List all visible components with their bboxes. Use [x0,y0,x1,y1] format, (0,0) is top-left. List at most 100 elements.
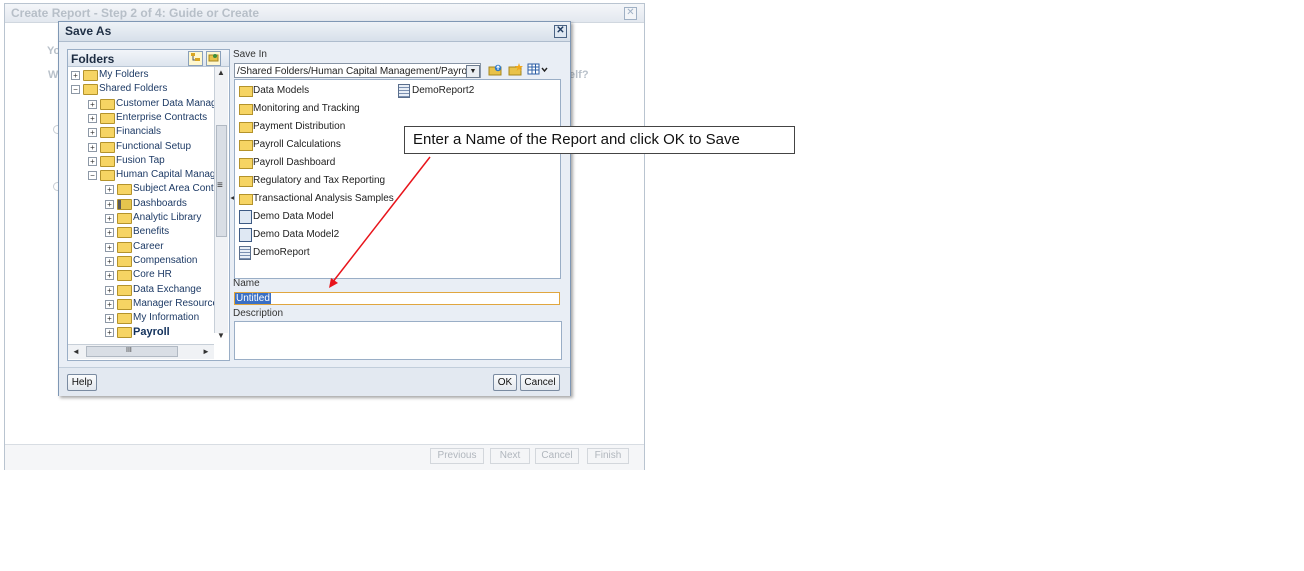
up-folder-icon[interactable] [487,63,503,77]
folder-icon [239,140,253,151]
wizard-ghost-text: W [48,69,59,81]
contents-item-label: Payroll Dashboard [253,157,336,168]
contents-item-label: Transactional Analysis Samples [253,193,394,204]
tree-folder-label: Core HR [133,269,172,281]
tree-folder-label: Compensation [133,254,198,266]
wizard-cancel-button[interactable]: Cancel [535,448,579,464]
contents-item-label: Regulatory and Tax Reporting [253,175,386,186]
folder-icon [117,327,132,339]
dialog-title: Save As [65,24,112,38]
folders-title: Folders [71,52,115,66]
expand-icon[interactable]: + [105,299,114,309]
wizard-next-button[interactable]: Next [490,448,530,464]
tree-view-icon[interactable] [188,51,203,66]
expand-icon[interactable]: + [71,71,80,80]
new-folder-icon[interactable] [507,63,523,77]
tree-folder-label: Career [133,240,164,252]
tree-folder-label: My Folders [99,69,149,80]
instruction-callout: Enter a Name of the Report and click OK … [404,126,795,154]
tree-folder-label: Dashboards [133,197,187,209]
wizard-finish-button[interactable]: Finish [587,448,629,464]
tree-folder-label: Customer Data Manag [116,97,217,109]
save-as-dialog: Save As ✕ Folders + My Folders − Shared Fol… [58,21,571,396]
report-icon [398,84,410,98]
scroll-grip-icon: ≡ [217,180,223,191]
view-options-icon[interactable] [527,63,549,77]
expand-icon[interactable]: + [88,113,97,123]
save-in-dropdown-icon[interactable]: ▼ [466,65,480,78]
folder-icon [100,98,115,110]
folder-icon [117,298,132,310]
favorites-folder-icon[interactable] [206,51,221,66]
expand-icon[interactable]: + [105,256,114,266]
folder-icon [117,227,132,239]
expand-icon[interactable]: + [88,156,97,166]
collapse-icon[interactable]: − [88,171,97,181]
contents-item-label: Payment Distribution [253,121,346,132]
hscroll-grip-icon: III [126,347,132,354]
tree-folder-label: Human Capital Manage [116,169,222,181]
data-model-icon [239,210,252,224]
expand-icon[interactable]: + [105,242,114,252]
description-label: Description [233,308,284,319]
name-label: Name [233,278,260,289]
name-input[interactable] [234,292,560,305]
contents-item-label: Payroll Calculations [253,139,341,150]
folder-icon [117,284,132,296]
wizard-ghost-text: elf? [569,69,589,81]
expand-icon[interactable]: + [105,314,114,324]
expand-icon[interactable]: + [88,128,97,138]
wizard-close-icon[interactable]: ✕ [624,7,637,20]
tree-folder-label: Analytic Library [133,212,202,223]
save-in-label: Save In [233,49,267,60]
folder-icon [239,104,253,115]
expand-icon[interactable]: + [88,99,97,109]
expand-icon[interactable]: + [105,285,114,295]
name-input-value: Untitled [235,293,271,304]
tree-folder-label: Benefits [133,226,170,238]
tree-folder-label: Financials [116,126,162,138]
tree-hscroll-thumb[interactable] [86,346,178,357]
ok-button[interactable]: OK [493,374,517,391]
cancel-button[interactable]: Cancel [520,374,560,391]
expand-icon[interactable]: + [105,199,114,209]
tree-folder-label: Data Exchange [133,283,202,295]
dialog-close-icon[interactable]: ✕ [554,25,567,38]
tree-folder-label: Fusion Tap [116,154,165,166]
expand-icon[interactable]: + [105,228,114,238]
folder-icon [117,184,132,196]
tree-folder-label: Functional Setup [116,140,192,152]
contents-item-label: DemoReport [253,247,310,258]
collapse-icon[interactable]: − [71,85,80,95]
folder-icon [239,176,253,187]
folder-icon [100,155,115,167]
splitter-collapse-icon[interactable]: ◄ [229,195,236,209]
folder-icon [239,158,253,169]
folder-icon [117,241,132,253]
expand-icon[interactable]: + [105,185,114,195]
help-button[interactable]: Help [67,374,97,391]
folder-icon [239,122,253,133]
contents-item-label: Data Models [253,85,310,96]
expand-icon[interactable]: + [88,142,97,152]
expand-icon[interactable]: + [105,328,114,338]
folder-icon [239,194,253,205]
wizard-previous-button[interactable]: Previous [430,448,484,464]
dialog-titlebar: Save As ✕ [59,22,570,42]
scroll-right-icon[interactable]: ► [202,347,210,356]
data-model-icon [239,228,252,242]
save-in-select[interactable]: /Shared Folders/Human Capital Management… [234,63,481,78]
scroll-up-icon[interactable]: ▲ [217,68,225,77]
description-textarea[interactable] [234,321,562,360]
contents-item-label: Demo Data Model2 [253,229,340,240]
expand-icon[interactable]: + [105,271,114,281]
expand-icon[interactable]: + [105,214,114,223]
folder-icon [117,255,132,267]
folder-icon [100,127,115,139]
folder-contents-list: Data Models Monitoring and Tracking Paymen… [234,79,561,279]
folder-icon [117,270,132,282]
tree-folder-label: Shared Folders [99,83,168,95]
scroll-left-icon[interactable]: ◄ [72,347,80,356]
folder-icon [117,313,132,325]
scroll-down-icon[interactable]: ▼ [217,331,225,340]
